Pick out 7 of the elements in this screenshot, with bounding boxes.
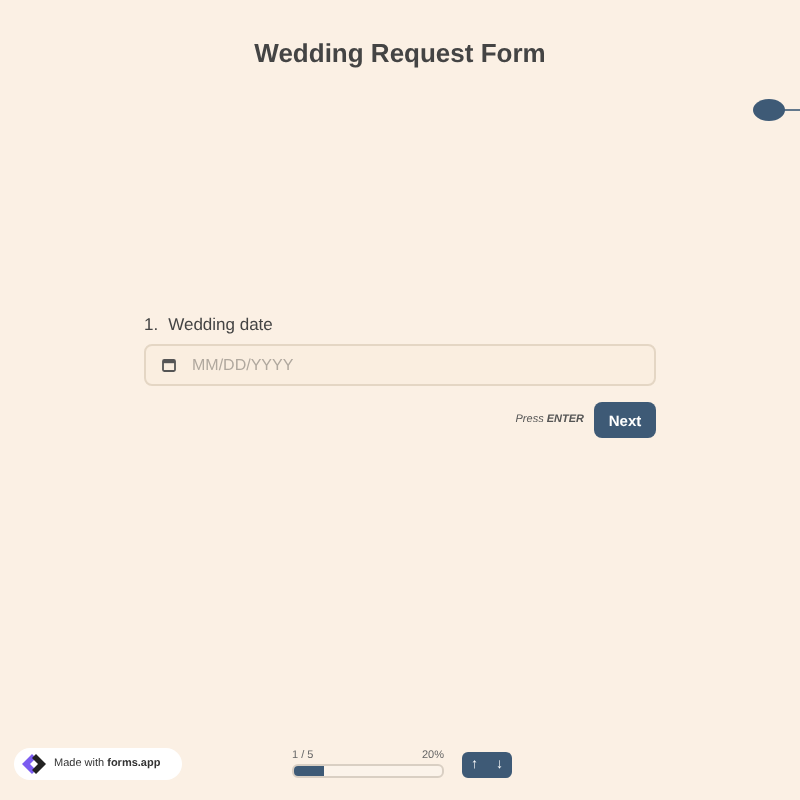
question-number: 1. bbox=[144, 314, 159, 334]
form-title: Wedding Request Form bbox=[252, 38, 548, 68]
question-label: Wedding date bbox=[168, 314, 273, 334]
calendar-icon bbox=[162, 358, 176, 372]
connector-dot-drawing bbox=[752, 98, 800, 122]
date-field[interactable]: MM/DD/YYYY bbox=[144, 344, 656, 386]
logo-icon bbox=[22, 754, 46, 774]
